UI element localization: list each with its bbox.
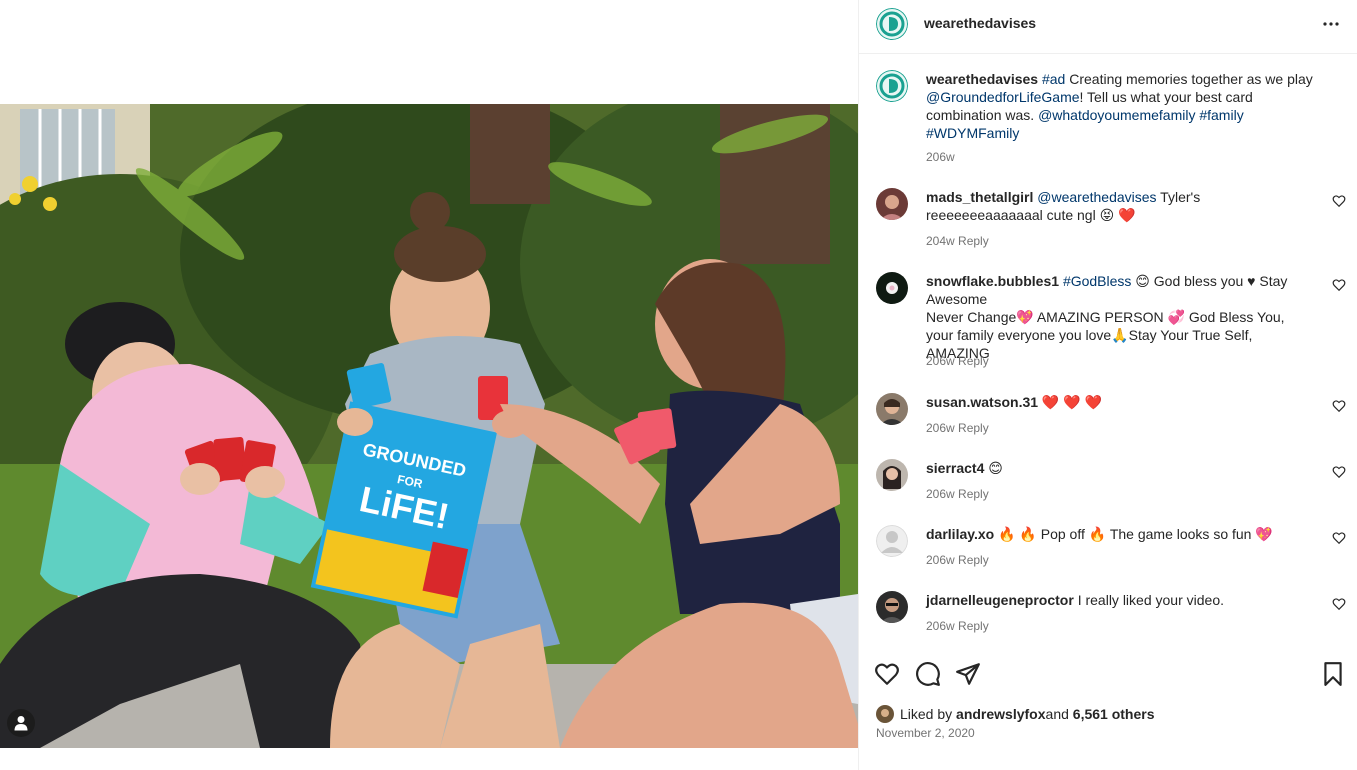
reply-button[interactable]: Reply [958,354,989,368]
comment-meta: 206w Reply [926,354,989,368]
post-media-area: GROUNDED FOR LiFE! [0,0,858,770]
caption-timestamp[interactable]: 206w [926,150,955,164]
hashtag-wdym-family[interactable]: #WDYMFamily [926,125,1019,141]
mention-grounded-game[interactable]: @GroundedforLifeGame [926,89,1080,105]
comment-body: 😊 [984,460,1003,476]
heart-icon[interactable] [1332,597,1346,611]
caption-text: wearethedavises #ad Creating memories to… [926,70,1326,142]
caption-username[interactable]: wearethedavises [926,71,1038,87]
heart-icon[interactable] [1332,399,1346,413]
reply-button[interactable]: Reply [958,421,989,435]
reply-button[interactable]: Reply [958,234,989,248]
heart-icon[interactable] [1332,465,1346,479]
comment-username[interactable]: susan.watson.31 [926,394,1038,410]
comment-text: mads_thetallgirl @wearethedavises Tyler'… [926,188,1311,224]
comment-time[interactable]: 206w [926,421,955,435]
avatar-image [876,591,908,623]
comment-time[interactable]: 206w [926,553,955,567]
davises-logo-icon [876,8,908,40]
reply-button[interactable]: Reply [958,487,989,501]
hashtag-family[interactable]: #family [1199,107,1243,123]
comment-meta: 206w Reply [926,487,989,501]
comment-text: snowflake.bubbles1 #GodBless 😊 God bless… [926,272,1311,362]
comment-username[interactable]: jdarnelleugeneproctor [926,592,1074,608]
comment-username[interactable]: mads_thetallgirl [926,189,1033,205]
comment-text: susan.watson.31 ❤️ ❤️ ❤️ [926,393,1311,411]
avatar-image [876,393,908,425]
comment-time[interactable]: 206w [926,487,955,501]
comment-avatar[interactable] [876,188,908,220]
comment-mention[interactable]: @wearethedavises [1037,189,1156,205]
avatar-image [876,188,908,220]
reply-button[interactable]: Reply [958,553,989,567]
avatar-image [876,272,908,304]
comment-avatar[interactable] [876,525,908,557]
send-icon[interactable] [955,661,981,687]
reply-button[interactable]: Reply [958,619,989,633]
default-avatar-icon [876,525,908,557]
heart-icon[interactable] [874,661,900,687]
caption-text-part1: Creating memories together as we play [1065,71,1313,87]
heart-icon[interactable] [1332,194,1346,208]
heart-icon[interactable] [1332,278,1346,292]
more-options-icon [1323,22,1339,26]
comment-username[interactable]: darlilay.xo [926,526,994,542]
post-action-bar [859,655,1357,695]
comment-meta: 206w Reply [926,619,989,633]
comment-avatar[interactable] [876,272,908,304]
comment-username[interactable]: snowflake.bubbles1 [926,273,1059,289]
comment-time[interactable]: 206w [926,619,955,633]
likes-count[interactable]: 6,561 others [1073,706,1155,722]
tagged-users-button[interactable] [7,709,35,737]
avatar-image [876,705,894,723]
likes-summary: Liked by andrewslyfox and 6,561 others [876,704,1155,724]
comment-hashtag[interactable]: #GodBless [1063,273,1131,289]
post-photo-illustration: GROUNDED FOR LiFE! [0,104,858,748]
user-icon [14,716,28,731]
davises-logo-icon [876,70,908,102]
comment-avatar[interactable] [876,591,908,623]
hashtag-ad[interactable]: #ad [1042,71,1065,87]
more-options-button[interactable] [1311,12,1351,36]
comment-username[interactable]: sierract4 [926,460,984,476]
likes-prefix: Liked by [900,706,953,722]
comment-time[interactable]: 206w [926,354,955,368]
author-avatar[interactable] [876,8,908,40]
caption-author-avatar[interactable] [876,70,908,102]
comment-text: jdarnelleugeneproctor I really liked you… [926,591,1311,609]
comment-avatar[interactable] [876,393,908,425]
liker-username[interactable]: andrewslyfox [956,706,1045,722]
comment-avatar[interactable] [876,459,908,491]
comment-text: sierract4 😊 [926,459,1311,477]
comment-body: ❤️ ❤️ ❤️ [1038,394,1103,410]
post-photo[interactable]: GROUNDED FOR LiFE! [0,104,858,748]
post-header: wearethedavises [859,0,1357,54]
comment-body: I really liked your video. [1073,592,1224,608]
comment-body: 🔥 🔥 Pop off 🔥 The game looks so fun 💖 [994,526,1273,542]
bookmark-icon[interactable] [1320,661,1346,687]
post-details-panel: wearethedavises wearethedavises #ad Crea… [858,0,1357,770]
comment-meta: 206w Reply [926,421,989,435]
comment-time[interactable]: 204w [926,234,955,248]
comment-icon[interactable] [915,661,941,687]
author-username[interactable]: wearethedavises [924,15,1036,31]
mention-wdym-family[interactable]: @whatdoyoumemefamily [1038,107,1195,123]
comment-meta: 204w Reply [926,234,989,248]
avatar-image [876,459,908,491]
comment-meta: 206w Reply [926,553,989,567]
liker-avatar[interactable] [876,705,894,723]
comment-text: darlilay.xo 🔥 🔥 Pop off 🔥 The game looks… [926,525,1311,543]
heart-icon[interactable] [1332,531,1346,545]
post-date[interactable]: November 2, 2020 [876,726,975,740]
likes-middle: and [1045,706,1069,722]
